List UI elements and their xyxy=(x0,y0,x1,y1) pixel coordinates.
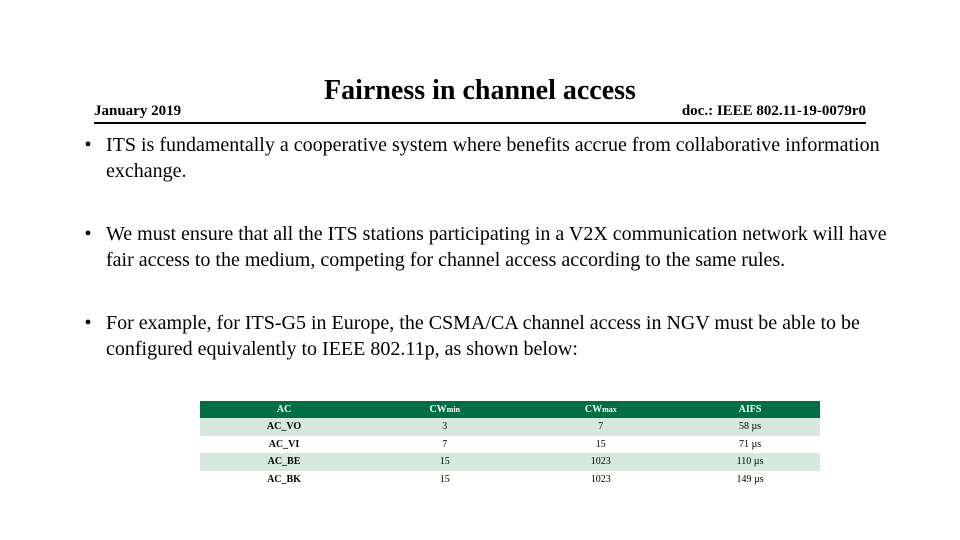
bullet-dot-icon: • xyxy=(70,222,106,273)
col-aifs: AIFS xyxy=(680,401,820,419)
bullet-item: • ITS is fundamentally a cooperative sys… xyxy=(70,133,890,184)
cell-ac: AC_BE xyxy=(200,453,368,471)
col-ac: AC xyxy=(200,401,368,419)
table-header-row: AC CWmin CWmax AIFS xyxy=(200,401,820,419)
header-date: January 2019 xyxy=(94,103,181,120)
bullet-list: • ITS is fundamentally a cooperative sys… xyxy=(70,133,890,363)
cell-cwmax: 15 xyxy=(521,436,680,454)
header-bar: January 2019 doc.: IEEE 802.11-19-0079r0 xyxy=(94,103,866,124)
cell-ac: AC_VI xyxy=(200,436,368,454)
col-cwmin: CWmin xyxy=(368,401,521,419)
table-row: AC_BK 15 1023 149 µs xyxy=(200,471,820,489)
table-row: AC_VO 3 7 58 µs xyxy=(200,418,820,436)
cell-aifs: 149 µs xyxy=(680,471,820,489)
cell-aifs: 71 µs xyxy=(680,436,820,454)
csma-table-wrap: AC CWmin CWmax AIFS AC_VO 3 7 58 µs AC_V… xyxy=(200,401,820,489)
bullet-text: We must ensure that all the ITS stations… xyxy=(106,222,890,273)
bullet-text: ITS is fundamentally a cooperative syste… xyxy=(106,133,890,184)
cell-cwmax: 1023 xyxy=(521,471,680,489)
cell-cwmin: 7 xyxy=(368,436,521,454)
csma-table: AC CWmin CWmax AIFS AC_VO 3 7 58 µs AC_V… xyxy=(200,401,820,489)
cell-ac: AC_BK xyxy=(200,471,368,489)
cell-aifs: 58 µs xyxy=(680,418,820,436)
header-doc: doc.: IEEE 802.11-19-0079r0 xyxy=(682,103,866,120)
bullet-dot-icon: • xyxy=(70,311,106,362)
cell-cwmin: 3 xyxy=(368,418,521,436)
bullet-item: • For example, for ITS-G5 in Europe, the… xyxy=(70,311,890,362)
bullet-item: • We must ensure that all the ITS statio… xyxy=(70,222,890,273)
cell-cwmin: 15 xyxy=(368,471,521,489)
col-cwmax: CWmax xyxy=(521,401,680,419)
cell-aifs: 110 µs xyxy=(680,453,820,471)
table-row: AC_VI 7 15 71 µs xyxy=(200,436,820,454)
cell-ac: AC_VO xyxy=(200,418,368,436)
cell-cwmax: 7 xyxy=(521,418,680,436)
cell-cwmin: 15 xyxy=(368,453,521,471)
bullet-dot-icon: • xyxy=(70,133,106,184)
bullet-text: For example, for ITS-G5 in Europe, the C… xyxy=(106,311,890,362)
cell-cwmax: 1023 xyxy=(521,453,680,471)
table-row: AC_BE 15 1023 110 µs xyxy=(200,453,820,471)
